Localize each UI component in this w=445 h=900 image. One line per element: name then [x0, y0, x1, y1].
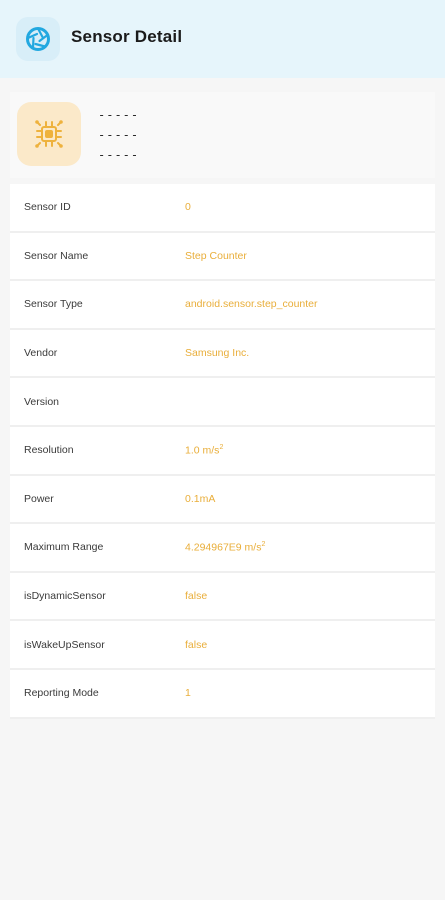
detail-row-power: Power 0.1mA	[10, 475, 435, 525]
detail-label: isDynamicSensor	[24, 590, 106, 603]
detail-row-vendor: Vendor Samsung Inc.	[10, 329, 435, 379]
detail-label: isWakeUpSensor	[24, 638, 105, 651]
detail-label: Power	[24, 492, 54, 505]
sensor-details-list: Sensor ID 0 Sensor Name Step Counter Sen…	[10, 184, 435, 719]
detail-value: Step Counter	[185, 249, 247, 262]
detail-row-resolution: Resolution 1.0 m/s2	[10, 426, 435, 476]
aperture-icon	[16, 17, 60, 61]
detail-label: Reporting Mode	[24, 687, 99, 700]
detail-label: Sensor Name	[24, 249, 89, 262]
detail-row-sensor-name: Sensor Name Step Counter	[10, 232, 435, 282]
detail-row-sensor-id: Sensor ID 0	[10, 184, 435, 233]
detail-label: Sensor Type	[24, 298, 83, 311]
detail-label: Vendor	[24, 347, 58, 360]
detail-label: Resolution	[24, 444, 74, 457]
detail-row-reporting-mode: Reporting Mode 1	[10, 669, 435, 719]
page-title: Sensor Detail	[71, 27, 183, 46]
detail-value: 1	[185, 687, 191, 700]
detail-value: android.sensor.step_counter	[185, 298, 318, 311]
placeholder-line-2: -----	[98, 128, 140, 142]
placeholder-line-3: -----	[98, 148, 140, 162]
detail-value: Samsung Inc.	[185, 347, 250, 360]
detail-row-version: Version	[10, 378, 435, 427]
placeholder-line-1: -----	[98, 108, 140, 122]
detail-row-is-dynamic-sensor: isDynamicSensor false	[10, 572, 435, 622]
detail-row-maximum-range: Maximum Range 4.294967E9 m/s2	[10, 524, 435, 573]
chip-icon	[17, 102, 81, 166]
detail-value: 0	[185, 201, 191, 214]
sensor-header-card: ----- ----- -----	[10, 92, 435, 178]
detail-label: Maximum Range	[24, 541, 104, 554]
detail-value-text: 4.294967E9 m/s	[185, 541, 262, 554]
detail-row-sensor-type: Sensor Type android.sensor.step_counter	[10, 281, 435, 330]
detail-value: false	[185, 638, 208, 651]
detail-label: Sensor ID	[24, 201, 71, 214]
detail-row-is-wakeup-sensor: isWakeUpSensor false	[10, 621, 435, 670]
detail-value: 1.0 m/s2	[185, 444, 223, 457]
detail-label: Version	[24, 395, 60, 408]
unit-exponent: 2	[261, 541, 266, 549]
detail-value: 0.1mA	[185, 492, 216, 505]
detail-value: 4.294967E9 m/s2	[185, 541, 265, 554]
app-bar: Sensor Detail	[0, 0, 445, 78]
detail-value-text: 1.0 m/s	[185, 444, 220, 457]
unit-exponent: 2	[219, 444, 224, 452]
detail-value: false	[185, 590, 208, 603]
